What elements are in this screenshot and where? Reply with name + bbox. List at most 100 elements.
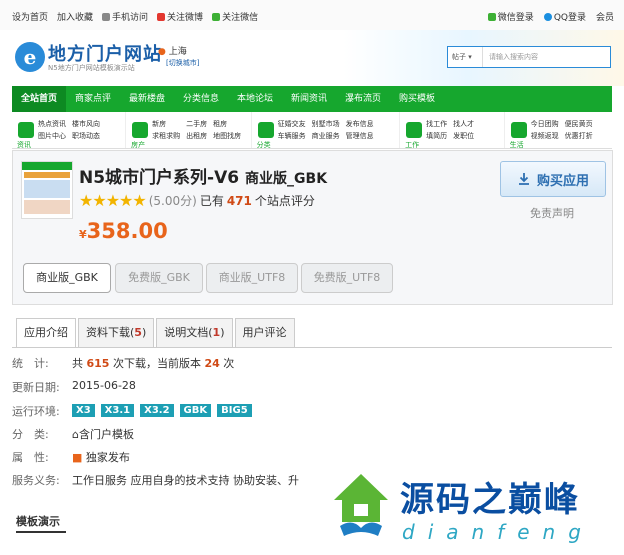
subnav-link[interactable]: 出租房 <box>186 131 207 141</box>
subnav-link[interactable]: 别墅市场 <box>312 119 340 129</box>
list-icon: 分类 <box>257 122 274 149</box>
nav-home[interactable]: 全站首页 <box>12 86 66 112</box>
env-badge: X3 <box>72 404 95 417</box>
subnav-link[interactable]: 新房 <box>152 119 180 129</box>
tab-divider <box>12 347 612 348</box>
qq-login-link[interactable]: QQ登录 <box>543 10 586 23</box>
top-bar-left: 设为首页 加入收藏 手机访问 关注微博 关注微信 <box>12 10 258 23</box>
search-type-select[interactable]: 帖子 ▾ <box>448 47 483 67</box>
subnav-link[interactable]: 优惠打折 <box>565 131 593 141</box>
buy-app-button[interactable]: 购买应用 <box>500 161 606 197</box>
wechat-login-link[interactable]: 微信登录 <box>487 10 534 23</box>
current-city: ● 上海 <box>158 47 187 57</box>
subnav-link[interactable]: 发布信息 <box>346 119 374 129</box>
subnav-link[interactable]: 管理信息 <box>346 131 374 141</box>
news-icon: 资讯 <box>17 122 34 149</box>
subnav-link[interactable]: 今日团购 <box>531 119 559 129</box>
subnav-link[interactable]: 图片中心 <box>38 131 66 141</box>
nav-waterfall[interactable]: 瀑布流页 <box>336 86 390 112</box>
phone-icon <box>102 12 111 21</box>
version-free-utf8[interactable]: 免费版_UTF8 <box>301 263 393 293</box>
subnav-link[interactable]: 商业服务 <box>312 131 340 141</box>
env-badge: BIG5 <box>217 404 252 417</box>
briefcase-icon: 工作 <box>405 122 423 149</box>
house-icon: 房产 <box>131 122 149 149</box>
subnav-link[interactable]: 征婚交友 <box>278 119 306 129</box>
watermark-pinyin: dianfeng <box>402 520 594 544</box>
info-category: 分 类: ⌂含门户模板 <box>12 426 134 442</box>
search-input[interactable]: 请输入搜索内容 <box>483 47 610 67</box>
nav-buy-template[interactable]: 购买模板 <box>390 86 444 112</box>
product-thumbnail[interactable] <box>21 161 73 219</box>
main-nav: 全站首页 商家点评 最新楼盘 分类信息 本地论坛 新闻资讯 瀑布流页 购买模板 <box>12 86 612 112</box>
logo-icon[interactable]: e <box>15 42 45 72</box>
info-environment: 运行环境: X3 X3.1 X3.2 GBK BIG5 <box>12 403 258 419</box>
rating-score: (5.00分) <box>148 194 197 208</box>
product-title: N5城市门户系列-V6 商业版_GBK <box>79 168 328 188</box>
subnav-link[interactable]: 便民黄页 <box>565 119 593 129</box>
qq-icon <box>543 12 552 21</box>
demo-section-title: 模板演示 <box>16 515 60 528</box>
top-bar-right: 微信登录 QQ登录 会员 <box>487 10 614 23</box>
subnav-link[interactable]: 热点资讯 <box>38 119 66 129</box>
top-bar: 设为首页 加入收藏 手机访问 关注微博 关注微信 微信登录 QQ登录 会员 <box>0 0 624 31</box>
nav-properties[interactable]: 最新楼盘 <box>120 86 174 112</box>
download-icon <box>518 173 529 185</box>
version-commercial-utf8[interactable]: 商业版_UTF8 <box>206 263 298 293</box>
info-stats: 统 计: 共 615 次下载，当前版本 24 次 <box>12 357 235 370</box>
tab-intro[interactable]: 应用介绍 <box>16 318 76 348</box>
tab-docs[interactable]: 说明文档(1) <box>156 318 233 347</box>
product-panel: N5城市门户系列-V6 商业版_GBK ★★★★★ (5.00分) 已有 471… <box>12 150 613 305</box>
product-rating: ★★★★★ (5.00分) 已有 471 个站点评分 <box>79 191 315 210</box>
nav-reviews[interactable]: 商家点评 <box>66 86 120 112</box>
subnav-group-jobs: 工作 找工作 找人才 填简历 发职位 <box>400 112 505 149</box>
nav-news[interactable]: 新闻资讯 <box>282 86 336 112</box>
category-tag-link[interactable]: ⌂含门户模板 <box>72 426 134 442</box>
demo-underline <box>16 531 66 533</box>
subnav-link[interactable]: 车辆服务 <box>278 131 306 141</box>
exclusive-icon: ■ <box>72 451 83 464</box>
subnav-link[interactable]: 求租求购 <box>152 131 180 141</box>
wechat-follow-link[interactable]: 关注微信 <box>212 10 258 23</box>
subnav-link[interactable]: 发职位 <box>453 131 474 141</box>
search-box: 帖子 ▾ 请输入搜索内容 <box>447 46 611 68</box>
member-link[interactable]: 会员 <box>596 10 614 23</box>
subnav-link[interactable]: 二手房 <box>186 119 207 129</box>
sub-nav: 资讯 热点资讯 楼市风向 图片中心 职场动态 房产 新房 二手房 租房 求租求购… <box>12 112 612 149</box>
watermark-title: 源码之巅峰 <box>400 480 580 520</box>
leaf-icon: 生活 <box>510 122 527 149</box>
subnav-link[interactable]: 找工作 <box>426 119 447 129</box>
nav-forum[interactable]: 本地论坛 <box>228 86 282 112</box>
version-free-gbk[interactable]: 免费版_GBK <box>115 263 203 293</box>
version-commercial-gbk[interactable]: 商业版_GBK <box>23 263 111 293</box>
weibo-icon <box>157 12 166 21</box>
star-rating-icon: ★★★★★ <box>79 191 147 210</box>
subnav-group-property: 房产 新房 二手房 租房 求租求购 出租房 地图找房 <box>126 112 252 149</box>
switch-city-link[interactable]: [切换城市] <box>166 58 199 68</box>
subnav-link[interactable]: 视频返现 <box>531 131 559 141</box>
subnav-link[interactable]: 地图找房 <box>213 131 241 141</box>
subnav-group-classifieds: 分类 征婚交友 别墅市场 发布信息 车辆服务 商业服务 管理信息 <box>252 112 401 149</box>
info-updated: 更新日期: 2015-06-28 <box>12 379 136 394</box>
wechat-icon <box>487 12 496 21</box>
mobile-link[interactable]: 手机访问 <box>102 10 148 23</box>
env-badge: GBK <box>179 404 212 417</box>
weibo-link[interactable]: 关注微博 <box>157 10 203 23</box>
disclaimer-link[interactable]: 免责声明 <box>530 205 574 221</box>
add-favorite-link[interactable]: 加入收藏 <box>57 10 93 23</box>
subnav-link[interactable]: 找人才 <box>453 119 474 129</box>
subnav-link[interactable]: 租房 <box>213 119 241 129</box>
tab-comments[interactable]: 用户评论 <box>234 318 295 347</box>
subnav-group-news: 资讯 热点资讯 楼市风向 图片中心 职场动态 <box>12 112 127 149</box>
location-pin-icon: ● <box>158 47 166 57</box>
subnav-link[interactable]: 填简历 <box>426 131 447 141</box>
set-homepage-link[interactable]: 设为首页 <box>12 10 48 23</box>
tag-icon: ⌂ <box>72 428 79 441</box>
tab-downloads[interactable]: 资料下载(5) <box>78 318 155 347</box>
info-service: 服务义务: 工作日服务 应用自身的技术支持 协助安装、升 <box>12 474 299 487</box>
env-badge: X3.2 <box>140 404 174 417</box>
subnav-link[interactable]: 楼市风向 <box>72 119 100 129</box>
nav-classifieds[interactable]: 分类信息 <box>174 86 228 112</box>
detail-tabs: 应用介绍 资料下载(5) 说明文档(1) 用户评论 <box>16 318 297 348</box>
subnav-link[interactable]: 职场动态 <box>72 131 100 141</box>
